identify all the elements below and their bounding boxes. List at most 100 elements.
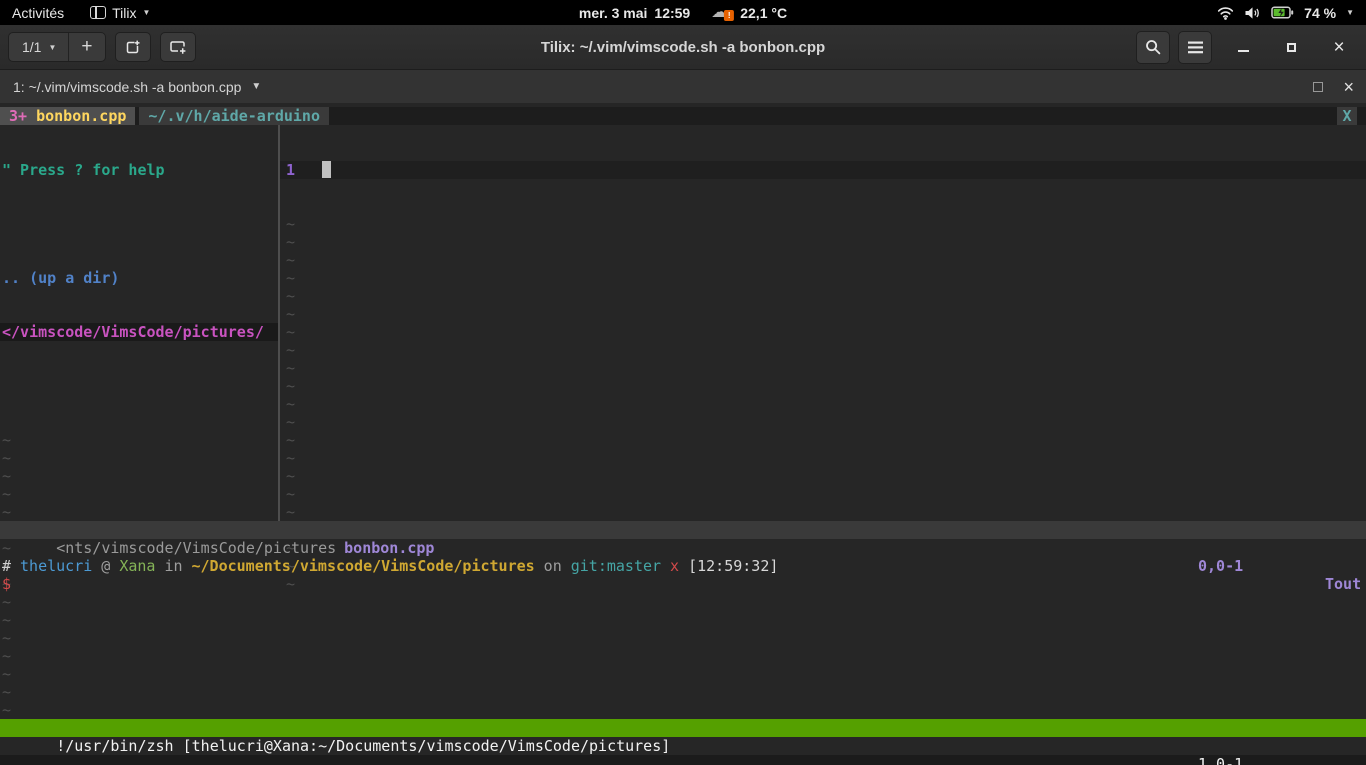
maximize-icon: [1287, 43, 1296, 52]
window-bottom-edge: [0, 755, 1366, 765]
search-icon: [1145, 39, 1161, 55]
blank-line: [2, 215, 278, 233]
system-menu-button[interactable]: 74 % ▼: [1217, 5, 1366, 21]
terminal-buffer-statusline: !/usr/bin/zsh [thelucri@Xana:~/Documents…: [0, 719, 1366, 737]
terminal-screen[interactable]: 3+ bonbon.cpp ~/.v/h/aide-arduino X " Pr…: [0, 103, 1366, 765]
prompt-git-dirty-flag: x: [670, 557, 679, 575]
tabline-spacer: [329, 107, 1337, 125]
add-terminal-right-icon: [124, 39, 141, 56]
app-menu-label: Tilix: [112, 5, 136, 21]
text-cursor: [322, 161, 331, 178]
terminal-title-bar: 1: ~/.vim/vimscode.sh -a bonbon.cpp ▼ ×: [0, 70, 1366, 103]
nerdtree-up-dir-item[interactable]: .. (up a dir): [2, 269, 278, 287]
vim-split: " Press ? for help .. (up a dir) </vimsc…: [0, 125, 1366, 521]
nerdtree-pane[interactable]: " Press ? for help .. (up a dir) </vimsc…: [0, 125, 280, 521]
activities-button[interactable]: Activités: [12, 0, 64, 25]
tab-aide-arduino[interactable]: ~/.v/h/aide-arduino: [139, 107, 329, 125]
add-terminal-down-icon: [168, 39, 187, 55]
app-menu-button[interactable]: Tilix ▼: [90, 0, 150, 25]
tilde-line: ~: [2, 431, 278, 449]
statusline-ruler: 0,0-1: [1198, 557, 1243, 575]
tilde-line: ~: [286, 503, 1366, 521]
shell-prompt-symbol-line: $: [0, 575, 1366, 593]
shell-prompt-line: #thelucri@Xanain~/Documents/vimscode/Vim…: [0, 557, 1366, 575]
tilde-line: ~: [286, 305, 1366, 323]
volume-icon: [1244, 6, 1261, 20]
chevron-down-icon: ▼: [143, 8, 151, 17]
temperature-label: 22,1 °C: [740, 5, 787, 21]
tilde-line: ~: [2, 467, 278, 485]
tilix-app-icon: [90, 6, 106, 19]
terminal-title-label: 1: ~/.vim/vimscode.sh -a bonbon.cpp: [13, 79, 241, 95]
terminal-empty-area: [0, 593, 1366, 719]
add-terminal-down-button[interactable]: [160, 32, 196, 62]
close-window-button[interactable]: ×: [1324, 32, 1354, 62]
weather-cloud-icon: ☁ !: [711, 4, 733, 22]
session-counter-label: 1/1: [22, 39, 41, 55]
search-button[interactable]: [1136, 31, 1170, 64]
minimize-icon: [1238, 50, 1249, 52]
tilde-line: ~: [286, 449, 1366, 467]
close-icon: ×: [1333, 38, 1344, 57]
editor-pane[interactable]: 1 ~~~~~~~~~~~~~~~~~~~~~: [280, 125, 1366, 521]
editor-line-1: 1: [280, 161, 1366, 179]
tilde-line: ~: [286, 377, 1366, 395]
tilde-line: ~: [286, 215, 1366, 233]
line-number: 1: [286, 161, 295, 179]
tilix-header-bar: 1/1 ▼ +: [0, 25, 1366, 70]
battery-icon: [1271, 6, 1294, 19]
tab-bonbon-cpp[interactable]: 3+ bonbon.cpp: [0, 107, 135, 125]
tilde-line: ~: [286, 395, 1366, 413]
close-terminal-icon[interactable]: ×: [1343, 78, 1354, 96]
prompt-on: on: [544, 557, 562, 575]
chevron-down-icon: ▼: [48, 43, 56, 52]
session-switcher-group: 1/1 ▼ +: [8, 32, 106, 62]
tilde-line: ~: [286, 413, 1366, 431]
terminal-statusline-ruler: 1,0-1: [1198, 755, 1243, 765]
maximize-terminal-icon[interactable]: [1313, 82, 1323, 92]
terminal-title-dropdown[interactable]: 1: ~/.vim/vimscode.sh -a bonbon.cpp ▼: [0, 79, 261, 95]
tab-filename: bonbon.cpp: [36, 107, 126, 125]
add-terminal-right-button[interactable]: [115, 32, 151, 62]
maximize-button[interactable]: [1276, 32, 1306, 62]
tab-close-button[interactable]: X: [1337, 107, 1357, 125]
tilde-line: ~: [286, 485, 1366, 503]
tilde-line: ~: [286, 431, 1366, 449]
clock-time: 12:59: [654, 5, 690, 21]
tilde-line: ~: [286, 233, 1366, 251]
wifi-icon: [1217, 6, 1234, 20]
session-counter-button[interactable]: 1/1 ▼: [9, 33, 68, 61]
statusline-path: <nts/vimscode/VimsCode/pictures: [56, 539, 336, 557]
tilde-line: ~: [286, 269, 1366, 287]
main-menu-button[interactable]: [1178, 31, 1212, 64]
tilde-line: ~: [2, 485, 278, 503]
gnome-top-bar: Activités Tilix ▼ mer. 3 mai 12:59 ☁ ! 2…: [0, 0, 1366, 25]
nerdtree-root-item[interactable]: </vimscode/VimsCode/pictures/: [0, 323, 278, 341]
statusline-filename: bonbon.cpp: [344, 539, 434, 557]
clock-weather-button[interactable]: mer. 3 mai 12:59 ☁ ! 22,1 °C: [579, 4, 787, 22]
chevron-down-icon: ▼: [251, 81, 261, 92]
prompt-at: @: [101, 557, 110, 575]
statusline-scroll-position: Tout: [1325, 575, 1361, 593]
tilde-line: ~: [2, 449, 278, 467]
tilde-line: ~: [2, 503, 278, 521]
prompt-hostname: Xana: [119, 557, 155, 575]
tilde-line: ~: [286, 287, 1366, 305]
tilde-line: ~: [286, 467, 1366, 485]
prompt-in: in: [164, 557, 182, 575]
weather-alert-badge: !: [724, 10, 734, 21]
new-session-button[interactable]: +: [69, 33, 104, 61]
tilde-line: ~: [286, 323, 1366, 341]
blank-line: [2, 377, 278, 395]
tilde-line: ~: [286, 359, 1366, 377]
minimize-button[interactable]: [1228, 32, 1258, 62]
tab-modified-count: 3+: [9, 107, 27, 125]
battery-percent-label: 74 %: [1304, 5, 1336, 21]
chevron-down-icon: ▼: [1346, 8, 1354, 17]
prompt-timestamp: [12:59:32]: [688, 557, 778, 575]
tilde-line: ~: [286, 341, 1366, 359]
prompt-git-branch: git:master: [571, 557, 661, 575]
window-title: Tilix: ~/.vim/vimscode.sh -a bonbon.cpp: [541, 39, 825, 56]
nerdtree-help-line: " Press ? for help: [2, 161, 278, 179]
terminal-statusline-text: !/usr/bin/zsh [thelucri@Xana:~/Documents…: [56, 737, 670, 755]
